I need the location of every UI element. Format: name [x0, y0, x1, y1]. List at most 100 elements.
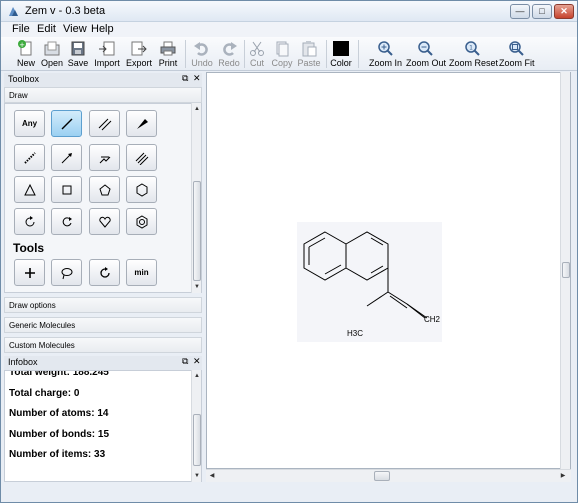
zoom-out-button[interactable]: Zoom Out	[406, 38, 446, 70]
ch2-label: CH2	[424, 315, 441, 324]
minimize-button[interactable]: —	[510, 4, 530, 19]
cyclopentane-tool[interactable]	[51, 208, 82, 235]
hash-bond-icon	[23, 151, 36, 164]
lasso-tool[interactable]	[51, 259, 82, 286]
hash-bond-tool[interactable]	[14, 144, 45, 171]
plus-icon	[24, 267, 35, 278]
scroll-down-icon[interactable]: ▼	[193, 472, 201, 480]
scroll-left-icon[interactable]: ◀	[208, 472, 216, 480]
custom-molecules-header[interactable]: Custom Molecules	[4, 337, 202, 353]
scroll-up-icon[interactable]: ▲	[193, 372, 201, 380]
benzene-icon	[136, 214, 147, 229]
zoom-fit-label: Zoom Fit	[499, 58, 535, 68]
molecule-drawing[interactable]: H3C CH2	[297, 222, 442, 342]
undo-button[interactable]: Undo	[190, 38, 214, 70]
scroll-thumb[interactable]	[193, 181, 201, 281]
zoom-in-button[interactable]: Zoom In	[369, 38, 402, 70]
h3c-label: H3C	[347, 329, 363, 338]
zoom-out-icon	[418, 41, 433, 56]
add-tool[interactable]	[14, 259, 45, 286]
window-title: Zem v - 0.3 beta	[25, 5, 106, 17]
menu-help[interactable]: Help	[91, 23, 114, 35]
color-swatch-icon	[333, 41, 349, 56]
benzene-ring-tool[interactable]	[126, 208, 157, 235]
maximize-button[interactable]: □	[532, 4, 552, 19]
close-icon[interactable]: ✕	[193, 73, 201, 84]
cyclohexane-tool[interactable]	[14, 208, 45, 235]
any-atom-label: Any	[21, 119, 38, 128]
cut-button[interactable]: Cut	[247, 38, 267, 70]
open-button[interactable]: Open	[40, 38, 64, 70]
number-of-items: Number of items: 33	[9, 449, 106, 460]
copy-label: Copy	[271, 58, 293, 68]
copy-button[interactable]: Copy	[271, 38, 293, 70]
zoom-fit-button[interactable]: Zoom Fit	[499, 38, 535, 70]
draw-options-header[interactable]: Draw options	[4, 297, 202, 313]
triangle-ring-tool[interactable]	[14, 176, 45, 203]
save-button[interactable]: Save	[66, 38, 90, 70]
generic-molecules-header[interactable]: Generic Molecules	[4, 317, 202, 333]
scroll-right-icon[interactable]: ▶	[559, 472, 567, 480]
infobox-scrollbar[interactable]: ▲ ▼	[191, 370, 201, 482]
color-label: Color	[330, 58, 352, 68]
draw-section-header[interactable]: Draw	[4, 87, 202, 103]
arrow-bond-icon	[61, 152, 72, 163]
redo-label: Redo	[218, 58, 240, 68]
square-ring-tool[interactable]	[51, 176, 82, 203]
redo-button[interactable]: Redo	[217, 38, 241, 70]
heart-ring-tool[interactable]	[89, 208, 120, 235]
paste-label: Paste	[297, 58, 321, 68]
arrow-bond-tool[interactable]	[51, 144, 82, 171]
wedge-bond-tool[interactable]	[126, 110, 157, 137]
new-button[interactable]: + New	[14, 38, 38, 70]
import-button[interactable]: Import	[93, 38, 121, 70]
single-bond-tool[interactable]	[51, 110, 82, 137]
app-icon	[9, 7, 18, 16]
zoom-in-icon	[378, 41, 393, 56]
toolbox-scrollbar[interactable]: ▲ ▼	[191, 103, 201, 293]
rotate-ring-icon	[25, 215, 34, 226]
scroll-thumb[interactable]	[374, 471, 390, 481]
export-button[interactable]: Export	[124, 38, 154, 70]
zoom-reset-button[interactable]: 1 Zoom Reset	[449, 38, 499, 70]
paste-button[interactable]: Paste	[297, 38, 321, 70]
export-icon	[131, 41, 147, 56]
close-icon[interactable]: ✕	[193, 356, 201, 367]
cut-label: Cut	[249, 58, 264, 68]
zoom-reset-icon: 1	[465, 41, 480, 56]
new-label: New	[16, 58, 35, 68]
triple-bond-icon	[135, 152, 148, 165]
save-disk-icon	[71, 41, 85, 56]
menu-file[interactable]: File	[12, 23, 30, 35]
scroll-thumb[interactable]	[193, 414, 201, 466]
close-button[interactable]: ✕	[554, 4, 574, 19]
menu-edit[interactable]: Edit	[37, 23, 56, 35]
scroll-down-icon[interactable]: ▼	[193, 283, 201, 291]
minimize-structure-tool[interactable]: min	[126, 259, 157, 286]
import-label: Import	[94, 58, 120, 68]
pentagon-ring-tool[interactable]	[89, 176, 120, 203]
scroll-up-icon[interactable]: ▲	[193, 105, 201, 113]
infobox-title-bar: Infobox ⧉ ✕	[4, 356, 202, 370]
any-atom-tool[interactable]: Any	[14, 110, 45, 137]
canvas-v-scrollbar[interactable]	[560, 72, 570, 469]
undock-icon[interactable]: ⧉	[182, 356, 188, 367]
zoom-reset-label: Zoom Reset	[449, 58, 499, 68]
rotate-tool[interactable]	[89, 259, 120, 286]
ring-arrow-icon	[62, 216, 72, 226]
wavy-bond-tool[interactable]	[89, 144, 120, 171]
color-button[interactable]: Color	[330, 38, 352, 70]
canvas-h-scrollbar[interactable]: ◀ ▶	[206, 469, 571, 482]
generic-molecules-label: Generic Molecules	[9, 321, 76, 330]
menu-view[interactable]: View	[63, 23, 87, 35]
triple-bond-tool[interactable]	[126, 144, 157, 171]
double-bond-tool[interactable]	[89, 110, 120, 137]
zoom-fit-icon	[509, 41, 524, 56]
print-button[interactable]: Print	[156, 38, 180, 70]
scroll-thumb[interactable]	[562, 262, 570, 278]
hexagon-ring-tool[interactable]	[126, 176, 157, 203]
undo-label: Undo	[191, 58, 213, 68]
undock-icon[interactable]: ⧉	[182, 73, 188, 84]
number-of-atoms: Number of atoms: 14	[9, 408, 109, 419]
tools-heading: Tools	[13, 241, 45, 255]
